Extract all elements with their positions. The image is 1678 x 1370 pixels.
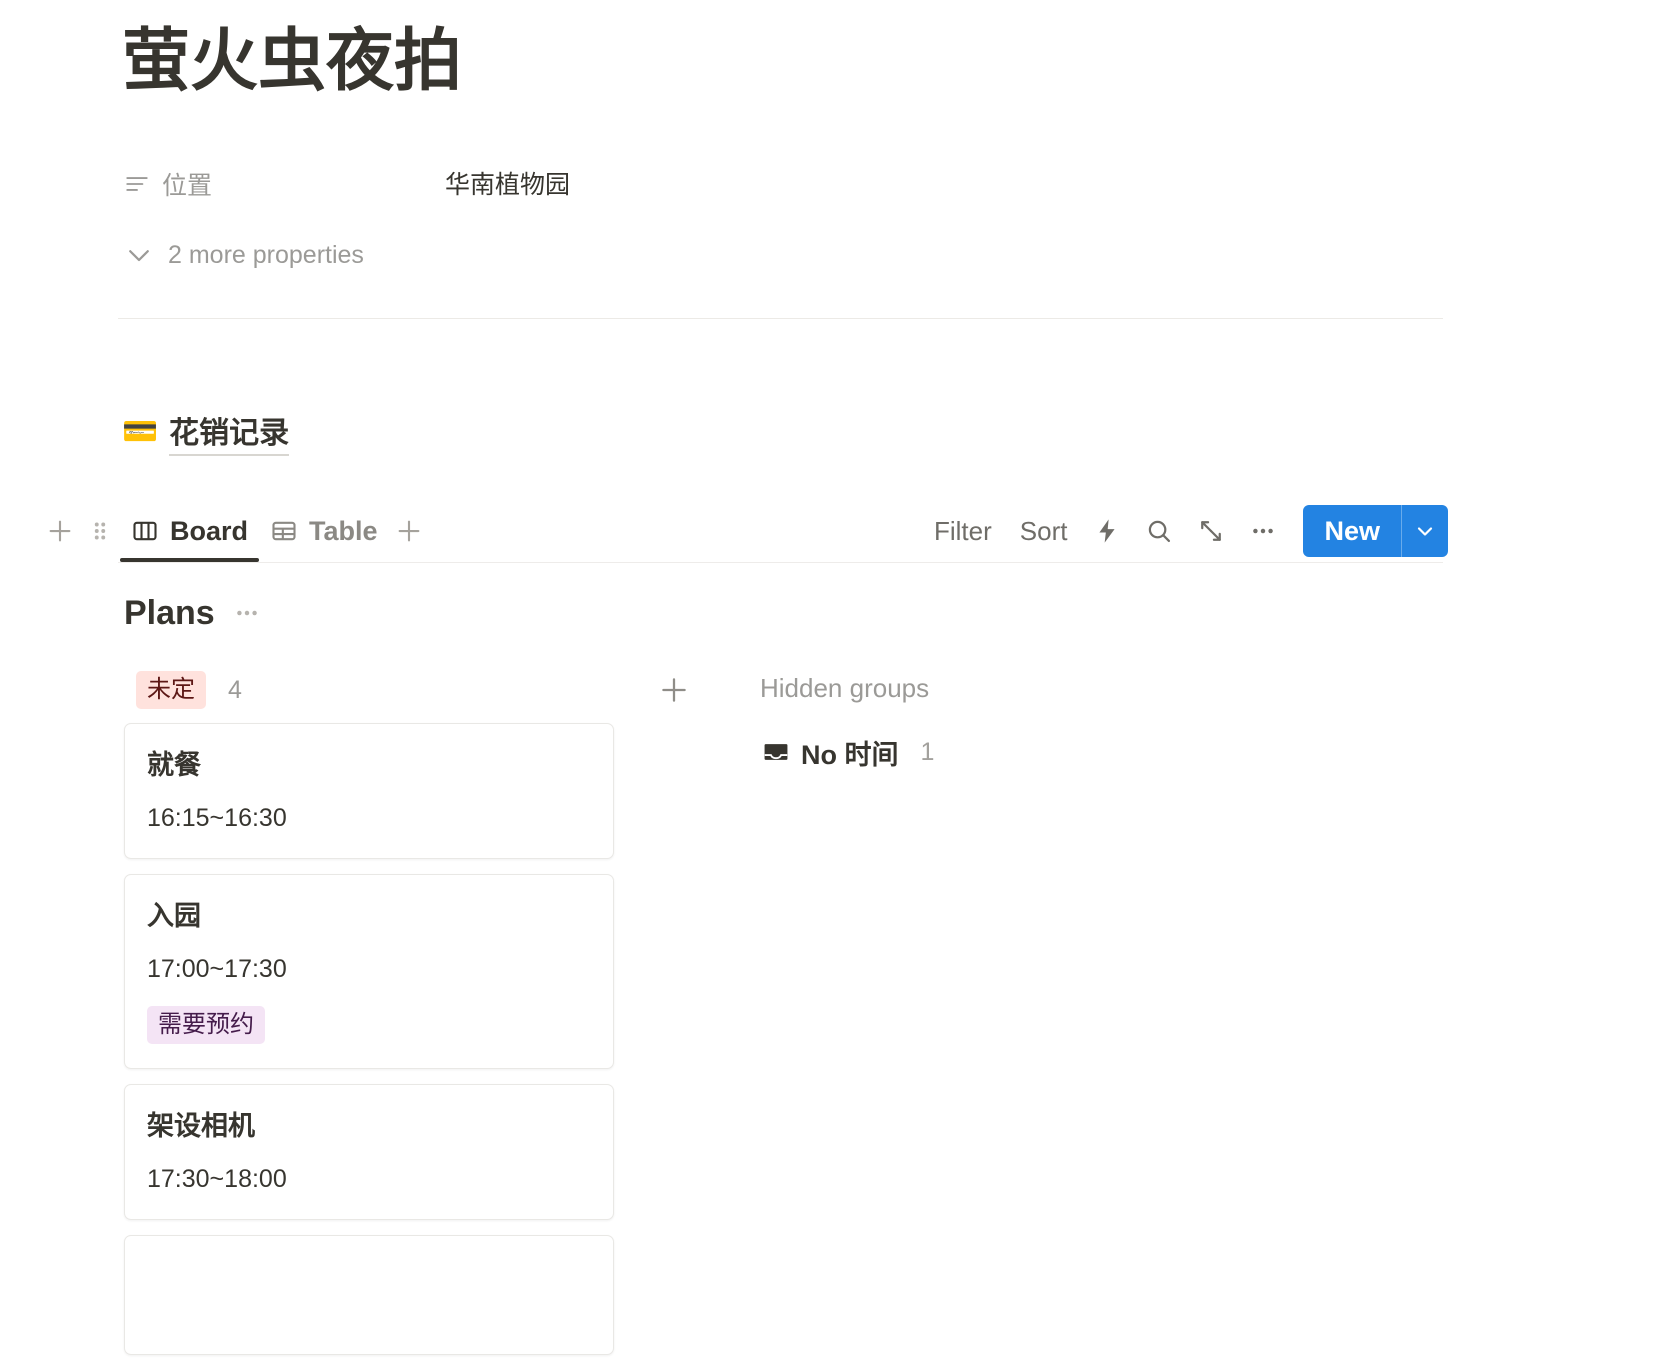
expand-arrows-icon[interactable]	[1185, 508, 1237, 554]
ellipsis-icon[interactable]	[1237, 508, 1289, 554]
toolbar-left-group: Board Table	[40, 500, 429, 562]
database-title[interactable]: 💳 花销记录	[122, 408, 290, 456]
chevron-down-icon	[124, 240, 154, 270]
card-title: 入园	[147, 901, 201, 932]
add-group-button[interactable]	[655, 671, 693, 709]
card-title: 架设相机	[147, 1110, 255, 1141]
table-icon	[270, 517, 298, 545]
card-tag-badge: 需要预约	[147, 1005, 265, 1044]
new-button-label: New	[1324, 515, 1380, 546]
board-group-header[interactable]: 未定 4	[136, 671, 242, 709]
status-badge: 未定	[136, 671, 206, 709]
hidden-group-name: No 时间	[801, 739, 899, 770]
hidden-groups-label: Hidden groups	[760, 673, 930, 703]
header-divider	[118, 318, 1443, 319]
card-tags: 需要预约	[147, 1005, 591, 1044]
board-name-row: Plans	[124, 589, 261, 637]
board-card[interactable]	[124, 1235, 614, 1356]
filter-button[interactable]: Filter	[920, 508, 1006, 554]
tab-board-label: Board	[170, 515, 249, 546]
chevron-down-icon[interactable]	[1402, 505, 1448, 557]
group-count: 4	[228, 675, 242, 704]
hidden-group-no-time[interactable]: No 时间 1	[762, 732, 934, 772]
drag-dots-icon[interactable]	[80, 511, 120, 551]
tab-board[interactable]: Board	[120, 500, 260, 562]
board-card[interactable]: 入园 17:00~17:30 需要预约	[124, 874, 614, 1069]
card-time: 17:30~18:00	[147, 1164, 287, 1193]
card-time: 17:00~17:30	[147, 955, 287, 984]
board-card[interactable]: 架设相机 17:30~18:00	[124, 1083, 614, 1221]
board-card[interactable]: 就餐 16:15~16:30	[124, 723, 614, 860]
sort-button[interactable]: Sort	[1006, 508, 1082, 554]
card-time: 16:15~16:30	[147, 804, 287, 833]
property-row-location[interactable]: 位置	[124, 163, 212, 205]
toolbar-divider	[118, 562, 1443, 563]
search-icon[interactable]	[1133, 508, 1185, 554]
board-more-icon[interactable]	[233, 599, 261, 627]
more-properties-label: 2 more properties	[168, 240, 364, 269]
lightning-icon[interactable]	[1081, 508, 1133, 554]
property-value-location[interactable]: 华南植物园	[445, 165, 570, 201]
board-group-column-undecided: 就餐 16:15~16:30 入园 17:00~17:30 需要预约 架设相机 …	[124, 723, 614, 1370]
tab-table-label: Table	[309, 515, 378, 546]
more-properties-toggle[interactable]: 2 more properties	[124, 236, 364, 274]
toolbar-right-group: Filter Sort New	[920, 500, 1448, 562]
hidden-group-count: 1	[920, 737, 935, 766]
credit-card-icon: 💳	[122, 415, 159, 448]
database-name[interactable]: 花销记录	[169, 408, 290, 456]
database-toolbar: Board Table Filter Sort New	[40, 500, 1448, 562]
tab-table[interactable]: Table	[259, 500, 389, 562]
card-title: 就餐	[147, 750, 201, 780]
add-view-button[interactable]	[389, 511, 429, 551]
text-lines-icon	[124, 171, 150, 197]
add-block-button[interactable]	[40, 511, 80, 551]
inbox-icon	[762, 738, 790, 766]
page-title: 萤火虫夜拍	[122, 23, 463, 99]
board-name: Plans	[124, 593, 215, 632]
property-label: 位置	[162, 172, 213, 200]
new-button[interactable]: New	[1303, 505, 1448, 557]
board-icon	[131, 517, 159, 545]
